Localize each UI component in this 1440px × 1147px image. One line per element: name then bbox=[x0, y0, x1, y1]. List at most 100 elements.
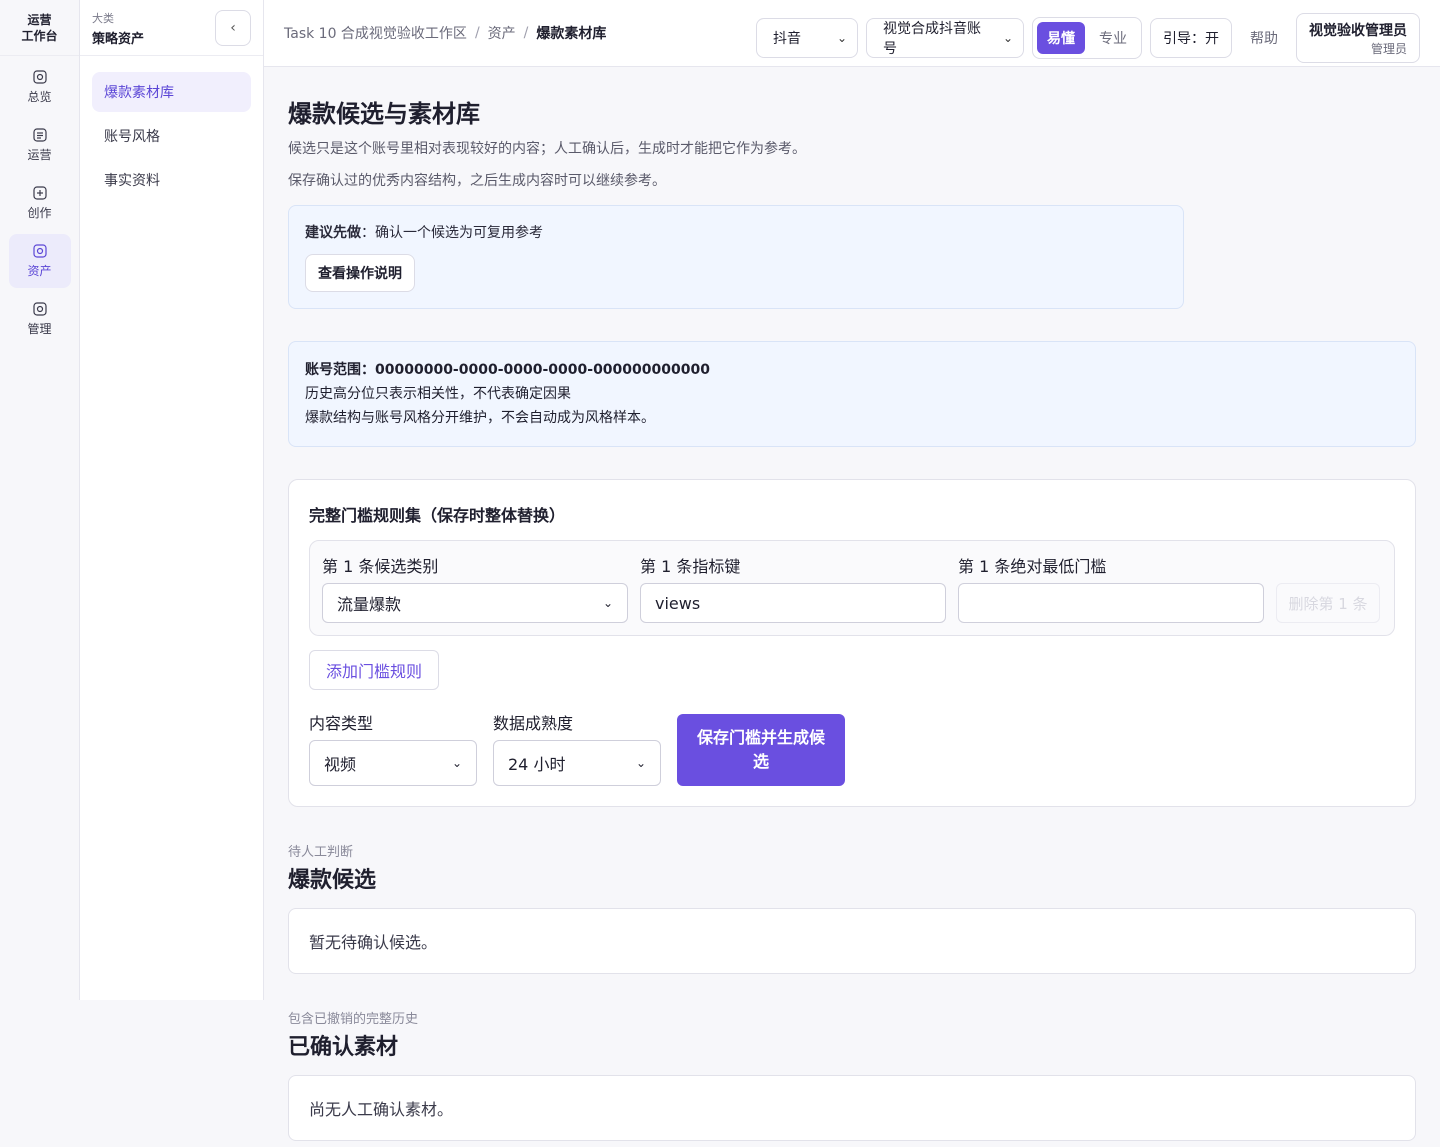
chevron-down-icon: ⌄ bbox=[451, 756, 462, 770]
plus-icon bbox=[32, 186, 47, 200]
rail-item-label: 资产 bbox=[27, 264, 52, 278]
content-type-label: 内容类型 bbox=[309, 714, 374, 733]
rule-metric-field: 第 1 条指标键 views bbox=[640, 553, 946, 623]
breadcrumb: Task 10 合成视觉验收工作区 / 资产 / 爆款素材库 bbox=[284, 23, 606, 43]
user-menu[interactable]: 视觉验收管理员 管理员 bbox=[1296, 13, 1420, 63]
breadcrumb-current: 爆款素材库 bbox=[536, 26, 607, 42]
rule-threshold-label: 第 1 条绝对最低门槛 bbox=[958, 557, 1107, 576]
maturity-value: 24 小时 bbox=[508, 755, 566, 774]
account-select-value: 视觉合成抖音账号 bbox=[883, 21, 981, 57]
chevron-down-icon: ⌄ bbox=[836, 31, 847, 45]
subnav-header: 大类 策略资产 ‹ bbox=[80, 0, 263, 56]
account-select[interactable]: 视觉合成抖音账号 ⌄ bbox=[866, 18, 1024, 58]
rail-item-admin[interactable]: 管理 bbox=[9, 292, 71, 346]
platform-select-value: 抖音 bbox=[773, 31, 801, 47]
main-content: 爆款候选与素材库 候选只是这个账号里相对表现较好的内容；人工确认后，生成时才能把… bbox=[288, 67, 1416, 1141]
confirmed-empty-state: 尚无人工确认素材。 bbox=[288, 1075, 1416, 1141]
list-icon bbox=[32, 128, 47, 142]
suggestion-label: 建议先做 bbox=[305, 225, 361, 241]
content-type-select[interactable]: 视频 ⌄ bbox=[309, 740, 477, 786]
rule-metric-value: views bbox=[655, 593, 701, 613]
page-description: 候选只是这个账号里相对表现较好的内容；人工确认后，生成时才能把它作为参考。 bbox=[288, 141, 806, 157]
user-name: 视觉验收管理员 bbox=[1309, 22, 1407, 39]
suggestion-body: ：确认一个候选为可复用参考 bbox=[361, 225, 543, 241]
rail-item-label: 管理 bbox=[27, 322, 52, 336]
topbar: Task 10 合成视觉验收工作区 / 资产 / 爆款素材库 抖音 ⌄ 视觉合成… bbox=[264, 0, 1440, 67]
candidates-empty-state: 暂无待确认候选。 bbox=[288, 908, 1416, 974]
secondary-nav: 大类 策略资产 ‹ 爆款素材库 账号风格 事实资料 bbox=[80, 0, 264, 1000]
account-scope-line: 账号范围：00000000-0000-0000-0000-00000000000… bbox=[305, 358, 1399, 382]
maturity-select[interactable]: 24 小时 ⌄ bbox=[493, 740, 661, 786]
breadcrumb-assets[interactable]: 资产 bbox=[488, 23, 516, 43]
chevron-left-icon: ‹ bbox=[230, 20, 236, 36]
top-controls: 抖音 ⌄ 视觉合成抖音账号 ⌄ 易懂 专业 引导：开 帮助 视觉验收管理员 管理… bbox=[756, 13, 1420, 63]
suggestion-text: 建议先做：确认一个候选为可复用参考 bbox=[305, 222, 1167, 242]
maturity-field: 数据成熟度 24 小时 ⌄ bbox=[493, 710, 661, 786]
scope-note-separation: 爆款结构与账号风格分开维护，不会自动成为风格样本。 bbox=[305, 410, 655, 426]
maturity-label: 数据成熟度 bbox=[493, 714, 574, 733]
confirmed-section: 包含已撤销的完整历史 已确认素材 尚无人工确认素材。 bbox=[288, 1008, 1416, 1141]
rail-brand: 运营 工作台 bbox=[0, 0, 79, 56]
scope-note-correlation: 历史高分位只表示相关性，不代表确定因果 bbox=[305, 386, 571, 402]
save-thresholds-button[interactable]: 保存门槛并生成候选 bbox=[677, 714, 845, 786]
rule-category-label: 第 1 条候选类别 bbox=[322, 557, 439, 576]
generation-options: 内容类型 视频 ⌄ 数据成熟度 24 小时 ⌄ 保存门槛并生成候选 bbox=[309, 710, 1395, 786]
user-role: 管理员 bbox=[1370, 41, 1407, 56]
platform-select[interactable]: 抖音 ⌄ bbox=[756, 18, 858, 58]
content-type-value: 视频 bbox=[324, 755, 357, 774]
rule-row: 第 1 条候选类别 流量爆款 ⌄ 第 1 条指标键 views 第 1 条绝对最… bbox=[309, 540, 1395, 636]
chevron-down-icon: ⌄ bbox=[635, 756, 646, 770]
rail-item-label: 总览 bbox=[27, 90, 52, 104]
rail-item-operations[interactable]: 运营 bbox=[9, 118, 71, 172]
candidates-title: 爆款候选 bbox=[288, 868, 377, 893]
collapse-sidebar-button[interactable]: ‹ bbox=[215, 10, 251, 46]
account-scope-value: 00000000-0000-0000-0000-000000000000 bbox=[375, 362, 710, 378]
asset-icon bbox=[32, 244, 47, 258]
settings-icon bbox=[32, 302, 47, 316]
brand-line-1: 运营 bbox=[27, 12, 52, 27]
rule-category-select[interactable]: 流量爆款 ⌄ bbox=[322, 583, 628, 623]
subnav-item-facts[interactable]: 事实资料 bbox=[92, 160, 251, 200]
candidates-kicker: 待人工判断 bbox=[288, 845, 354, 860]
suggestion-card: 建议先做：确认一个候选为可复用参考 查看操作说明 bbox=[288, 205, 1184, 309]
subnav-item-viral-library[interactable]: 爆款素材库 bbox=[92, 72, 251, 112]
add-rule-button[interactable]: 添加门槛规则 bbox=[309, 650, 440, 690]
subnav-item-account-style[interactable]: 账号风格 bbox=[92, 116, 251, 156]
rule-threshold-input[interactable] bbox=[958, 583, 1264, 623]
breadcrumb-separator: / bbox=[474, 25, 480, 41]
primary-rail: 运营 工作台 总览 运营 创作 资产 管理 bbox=[0, 0, 80, 1000]
subnav-list: 爆款素材库 账号风格 事实资料 bbox=[80, 56, 263, 220]
mode-pro-button[interactable]: 专业 bbox=[1089, 22, 1137, 54]
delete-rule-button[interactable]: 删除第 1 条 bbox=[1276, 583, 1380, 623]
rail-item-label: 运营 bbox=[27, 148, 52, 162]
rule-category-value: 流量爆款 bbox=[337, 595, 402, 614]
page-description-secondary: 保存确认过的优秀内容结构，之后生成内容时可以继续参考。 bbox=[288, 173, 666, 189]
home-icon bbox=[32, 70, 47, 84]
rail-item-label: 创作 bbox=[27, 206, 52, 220]
breadcrumb-separator: / bbox=[523, 25, 529, 41]
chevron-down-icon: ⌄ bbox=[1002, 31, 1013, 45]
chevron-down-icon: ⌄ bbox=[602, 596, 613, 610]
confirmed-title: 已确认素材 bbox=[288, 1035, 399, 1060]
help-link[interactable]: 帮助 bbox=[1240, 28, 1288, 48]
candidates-section: 待人工判断 爆款候选 暂无待确认候选。 bbox=[288, 841, 1416, 974]
page-title: 爆款候选与素材库 bbox=[288, 100, 480, 128]
rule-category-field: 第 1 条候选类别 流量爆款 ⌄ bbox=[322, 553, 628, 623]
rule-threshold-field: 第 1 条绝对最低门槛 bbox=[958, 553, 1264, 623]
rail-item-assets[interactable]: 资产 bbox=[8, 234, 71, 288]
rule-metric-label: 第 1 条指标键 bbox=[640, 557, 741, 576]
mode-easy-button[interactable]: 易懂 bbox=[1037, 22, 1085, 54]
threshold-rules-card: 完整门槛规则集（保存时整体替换） 第 1 条候选类别 流量爆款 ⌄ 第 1 条指… bbox=[288, 479, 1416, 807]
brand-line-2: 工作台 bbox=[21, 28, 58, 43]
rules-title: 完整门槛规则集（保存时整体替换） bbox=[309, 506, 566, 525]
guide-toggle-button[interactable]: 引导：开 bbox=[1150, 18, 1232, 58]
account-scope-label: 账号范围： bbox=[305, 362, 375, 378]
rail-item-create[interactable]: 创作 bbox=[9, 176, 71, 230]
rule-metric-input[interactable]: views bbox=[640, 583, 946, 623]
account-scope-card: 账号范围：00000000-0000-0000-0000-00000000000… bbox=[288, 341, 1416, 447]
breadcrumb-workspace[interactable]: Task 10 合成视觉验收工作区 bbox=[284, 23, 467, 43]
view-instructions-button[interactable]: 查看操作说明 bbox=[305, 254, 415, 292]
confirmed-kicker: 包含已撤销的完整历史 bbox=[288, 1012, 419, 1027]
content-type-field: 内容类型 视频 ⌄ bbox=[309, 710, 477, 786]
rail-item-overview[interactable]: 总览 bbox=[9, 60, 71, 114]
